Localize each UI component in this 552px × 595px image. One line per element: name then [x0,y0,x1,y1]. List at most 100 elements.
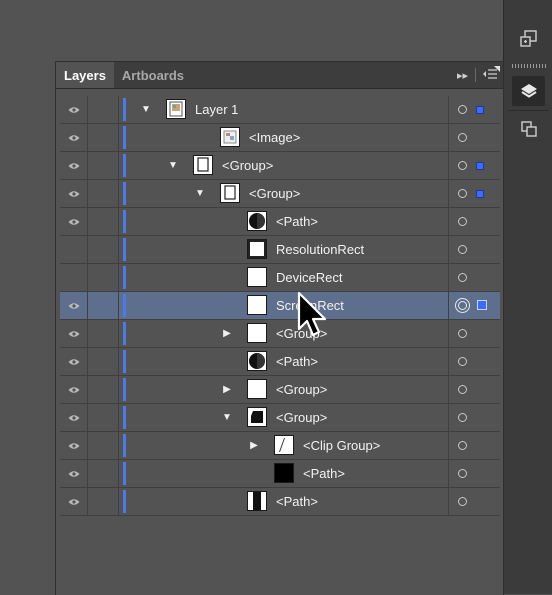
layer-name[interactable]: <Path> [276,208,318,235]
target-circle-icon[interactable] [458,245,467,254]
selection-indicator-icon[interactable] [476,190,484,198]
target-cell[interactable] [448,488,500,515]
target-cell[interactable] [448,376,500,403]
lock-toggle[interactable] [88,376,119,403]
visibility-toggle[interactable] [60,236,88,263]
visibility-toggle[interactable] [60,292,88,319]
visibility-toggle[interactable] [60,152,88,179]
collapse-triangle-icon[interactable]: ▼ [140,96,152,123]
target-cell[interactable] [448,236,500,263]
target-cell[interactable] [448,124,500,151]
layer-name[interactable]: <Group> [249,180,300,207]
collapse-triangle-icon[interactable]: ▼ [167,152,179,179]
lock-toggle[interactable] [88,488,119,515]
layer-row[interactable]: <Path> [60,460,500,488]
target-cell[interactable] [448,180,500,207]
target-circle-icon[interactable] [458,413,467,422]
target-circle-icon[interactable] [458,133,467,142]
selection-indicator-icon[interactable] [476,106,484,114]
layer-row[interactable]: ▼ <Group> [60,152,500,180]
double-chevron-right-icon[interactable]: ▸▸ [457,69,468,82]
lock-toggle[interactable] [88,236,119,263]
target-circle-icon[interactable] [458,161,467,170]
visibility-toggle[interactable] [60,320,88,347]
target-circle-icon[interactable] [458,217,467,226]
target-cell[interactable] [448,96,500,123]
visibility-toggle[interactable] [60,460,88,487]
lock-toggle[interactable] [88,432,119,459]
layer-name[interactable]: <Group> [222,152,273,179]
target-cell[interactable] [448,348,500,375]
lock-toggle[interactable] [88,460,119,487]
layer-name[interactable]: Layer 1 [195,96,238,123]
layer-name[interactable]: ResolutionRect [276,236,364,263]
visibility-toggle[interactable] [60,404,88,431]
lock-toggle[interactable] [88,152,119,179]
target-cell[interactable] [448,460,500,487]
layer-row[interactable]: ▼ <Group> [60,180,500,208]
layer-row[interactable]: <Path> [60,488,500,516]
visibility-toggle[interactable] [60,208,88,235]
layer-row[interactable]: <Image> [60,124,500,152]
lock-toggle[interactable] [88,348,119,375]
layer-name[interactable]: DeviceRect [276,264,342,291]
layer-row[interactable]: ▶ <Group> [60,376,500,404]
collapse-triangle-icon[interactable]: ▼ [194,180,206,207]
target-circle-icon[interactable] [458,105,467,114]
layer-name[interactable]: <Path> [276,488,318,515]
expand-triangle-icon[interactable]: ▶ [221,320,233,347]
layer-name[interactable]: <Group> [276,404,327,431]
target-cell[interactable] [448,152,500,179]
lock-toggle[interactable] [88,124,119,151]
lock-toggle[interactable] [88,208,119,235]
target-circle-icon[interactable] [458,385,467,394]
lock-toggle[interactable] [88,180,119,207]
target-circle-icon[interactable] [458,497,467,506]
target-cell[interactable] [448,432,500,459]
visibility-toggle[interactable] [60,264,88,291]
lock-toggle[interactable] [88,404,119,431]
visibility-toggle[interactable] [60,180,88,207]
collapse-triangle-icon[interactable]: ▼ [221,404,233,431]
target-cell[interactable] [448,208,500,235]
visibility-toggle[interactable] [60,376,88,403]
target-cell[interactable] [448,292,500,319]
dock-grip-handle[interactable] [512,64,546,68]
target-circle-icon[interactable] [458,469,467,478]
artboard-navigation-icon[interactable] [512,24,545,54]
layer-row[interactable]: DeviceRect [60,264,500,292]
layer-row[interactable]: ▶ <Group> [60,320,500,348]
layers-icon[interactable] [512,76,545,106]
lock-toggle[interactable] [88,264,119,291]
layer-row[interactable]: ▼ Layer 1 [60,96,500,124]
layer-name[interactable]: <Path> [303,460,345,487]
layer-name[interactable]: <Clip Group> [303,432,380,459]
target-cell[interactable] [448,404,500,431]
visibility-toggle[interactable] [60,348,88,375]
artboards-icon[interactable] [512,114,545,144]
layer-row[interactable]: ResolutionRect [60,236,500,264]
lock-toggle[interactable] [88,320,119,347]
target-circle-icon[interactable] [458,273,467,282]
lock-toggle[interactable] [88,96,119,123]
target-cell[interactable] [448,320,500,347]
target-cell[interactable] [448,264,500,291]
expand-triangle-icon[interactable]: ▶ [248,432,260,459]
layer-row[interactable]: ScreenRect [60,292,500,320]
layer-row[interactable]: ▶ <Clip Group> [60,432,500,460]
visibility-toggle[interactable] [60,432,88,459]
selection-indicator-icon[interactable] [477,300,487,310]
expand-triangle-icon[interactable]: ▶ [221,376,233,403]
layer-name[interactable]: <Group> [276,376,327,403]
selection-indicator-icon[interactable] [476,162,484,170]
tab-layers[interactable]: Layers [56,62,114,88]
visibility-toggle[interactable] [60,124,88,151]
target-circle-icon[interactable] [458,189,467,198]
layer-row[interactable]: ▼ <Group> [60,404,500,432]
tab-artboards[interactable]: Artboards [114,62,192,88]
layer-name[interactable]: <Image> [249,124,300,151]
target-circle-icon[interactable] [458,357,467,366]
visibility-toggle[interactable] [60,488,88,515]
lock-toggle[interactable] [88,292,119,319]
layer-row[interactable]: <Path> [60,348,500,376]
